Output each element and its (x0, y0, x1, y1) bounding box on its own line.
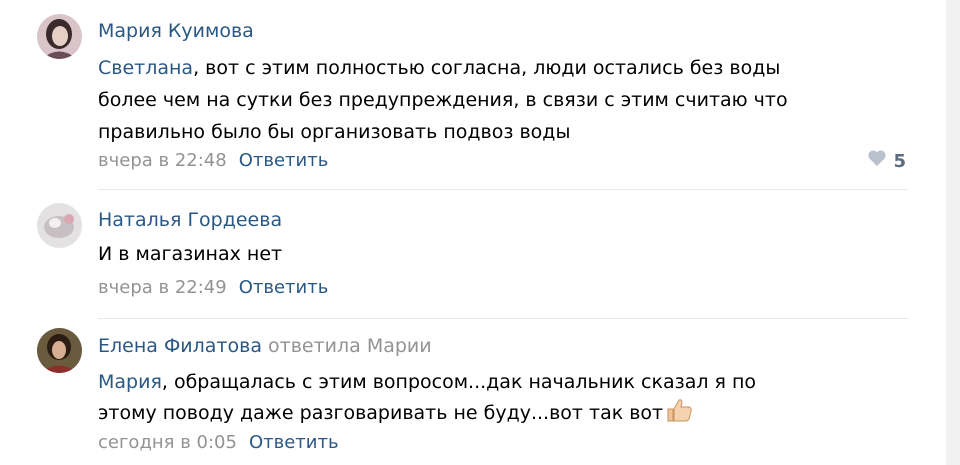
text-fragment: И в магазинах нет (98, 243, 283, 265)
author-line: Мария Куимова (98, 19, 254, 43)
avatar[interactable] (37, 328, 82, 373)
comment-meta: вчера в 22:49 Ответить (98, 276, 328, 300)
like-button[interactable]: 5 (867, 149, 906, 174)
comment-text-line: И в магазинах нет (98, 238, 282, 270)
reply-button[interactable]: Ответить (249, 432, 339, 453)
comment-date[interactable]: вчера в 22:48 (98, 150, 227, 171)
avatar[interactable] (37, 14, 82, 59)
scrollbar[interactable] (946, 0, 960, 465)
divider (98, 318, 908, 319)
comment-meta: сегодня в 0:05 Ответить (98, 431, 339, 455)
mention-link[interactable]: Мария (98, 371, 162, 393)
comment-meta: вчера в 22:48 Ответить (98, 149, 328, 173)
comment-date[interactable]: сегодня в 0:05 (98, 432, 237, 453)
text-fragment: , обращалась с этим вопросом...дак начал… (161, 371, 757, 393)
comment-text-line: более чем на сутки без предупреждения, в… (98, 84, 788, 116)
comment-text-line: Мария, обращалась с этим вопросом...дак … (98, 366, 756, 398)
author-line: Елена Филатова ответила Марии (98, 334, 432, 358)
comment-text-line: этому поводу даже разговаривать не буду.… (98, 397, 693, 433)
reply-button[interactable]: Ответить (239, 150, 329, 171)
author-name[interactable]: Мария Куимова (98, 20, 254, 42)
text-fragment: , вот с этим полностью согласна, люди ос… (193, 57, 781, 79)
reply-to-label[interactable]: ответила Марии (268, 335, 432, 357)
heart-icon (867, 149, 887, 174)
author-name[interactable]: Наталья Гордеева (98, 209, 282, 231)
text-fragment: этому поводу даже разговаривать не буду.… (98, 402, 664, 424)
mention-link[interactable]: Светлана (98, 57, 193, 79)
like-count: 5 (893, 150, 906, 172)
avatar[interactable] (37, 203, 82, 248)
comment-text-line: Светлана, вот с этим полностью согласна,… (98, 52, 780, 84)
reply-button[interactable]: Ответить (239, 277, 329, 298)
text-fragment: более чем на сутки без предупреждения, в… (98, 89, 788, 111)
comment-text-line: правильно было бы организовать подвоз во… (98, 116, 570, 148)
author-name[interactable]: Елена Филатова (98, 335, 262, 357)
thumbs-up-icon (665, 397, 693, 433)
text-fragment: правильно было бы организовать подвоз во… (98, 121, 571, 143)
comment-date[interactable]: вчера в 22:49 (98, 277, 227, 298)
author-line: Наталья Гордеева (98, 208, 282, 232)
divider (98, 189, 908, 190)
